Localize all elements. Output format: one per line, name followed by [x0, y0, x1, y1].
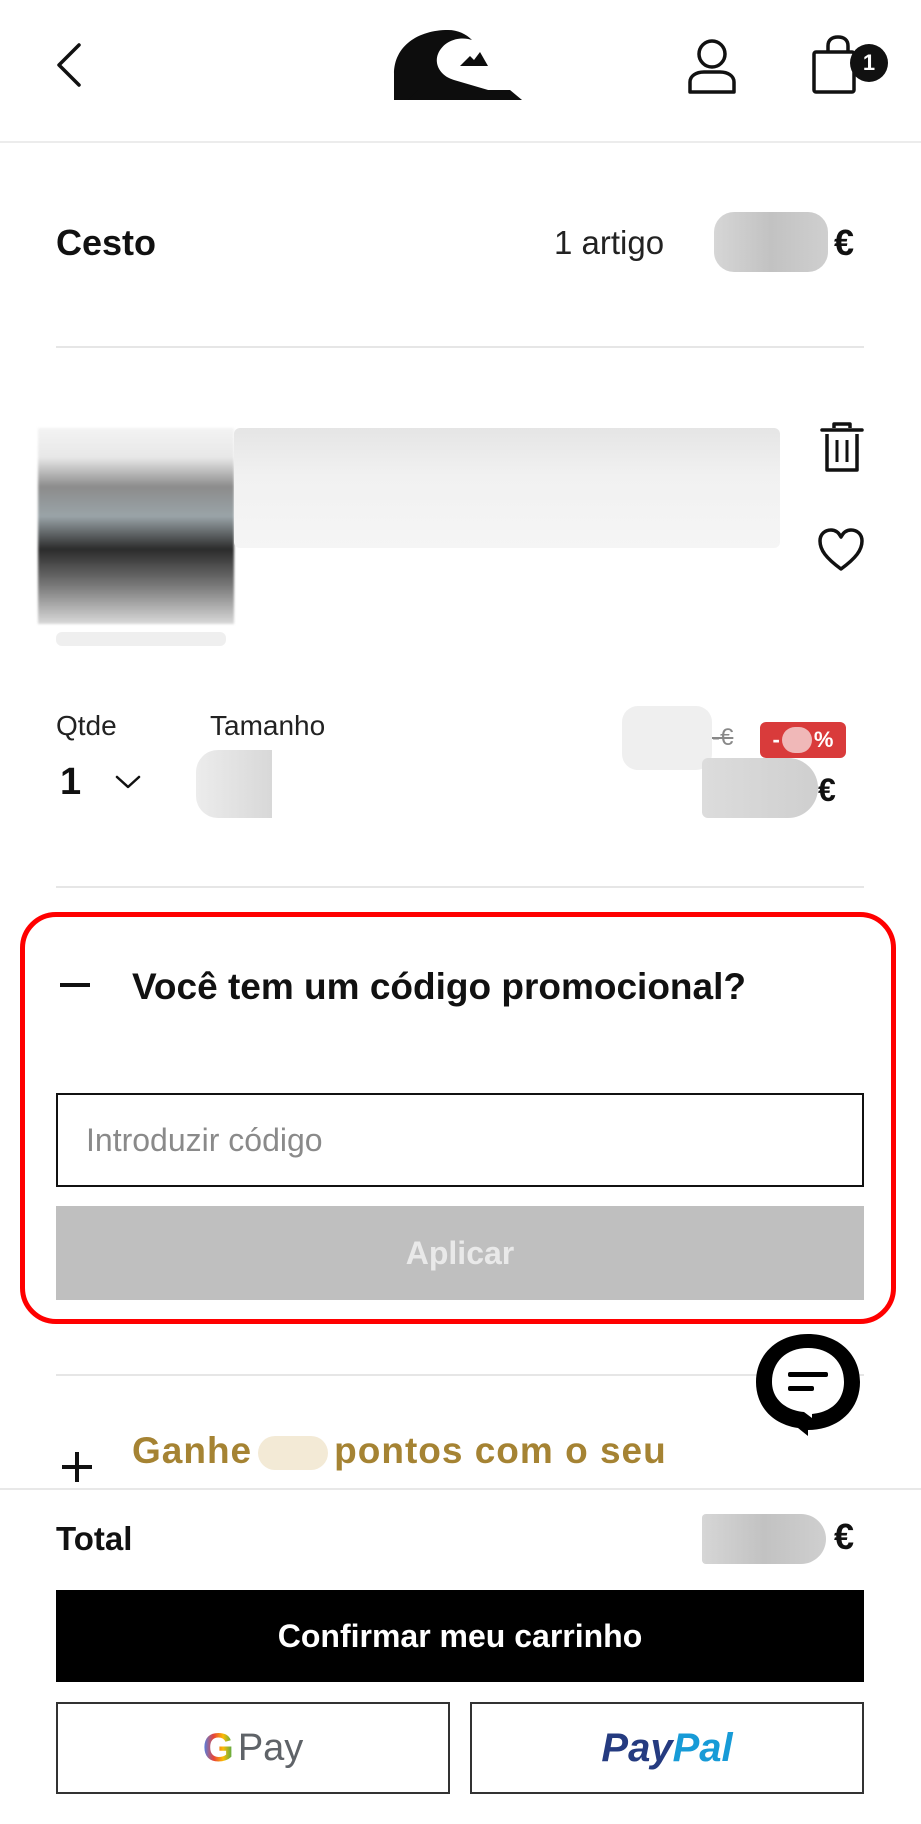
cart-item-count: 1 artigo: [554, 224, 665, 261]
account-button[interactable]: [684, 36, 740, 96]
divider: [56, 346, 864, 348]
paypal-button[interactable]: Pay Pal: [470, 1702, 864, 1794]
discount-value-redacted: [781, 727, 812, 753]
wishlist-button[interactable]: [816, 526, 866, 574]
minus-icon: [60, 983, 90, 987]
chevron-down-icon: [115, 775, 141, 789]
chat-bubble-icon: [756, 1334, 860, 1436]
checkout-bar: Total € Confirmar meu carrinho G Pay Pay…: [0, 1488, 921, 1824]
sale-price-redacted: [702, 758, 818, 818]
quantity-select[interactable]: 1: [56, 756, 146, 808]
product-name-redacted[interactable]: [234, 428, 780, 548]
app-header: 1: [0, 0, 921, 143]
confirm-cart-button[interactable]: Confirmar meu carrinho: [56, 1590, 864, 1682]
google-pay-label: Pay: [237, 1726, 304, 1769]
total-label: Total: [56, 1520, 133, 1557]
paypal-pal-label: Pal: [672, 1725, 733, 1770]
chevron-left-icon: [57, 43, 81, 87]
cart-subtotal-redacted: [714, 212, 828, 272]
cart-subtotal-currency: €: [834, 222, 855, 263]
quantity-value: 1: [60, 760, 82, 803]
loyalty-expand-toggle[interactable]: [62, 1452, 92, 1482]
loyalty-points-text[interactable]: Ganhe pontos com o seu: [132, 1430, 772, 1486]
product-image[interactable]: [38, 428, 234, 624]
brand-logo[interactable]: [388, 24, 528, 104]
quiksilver-logo-icon: [394, 30, 522, 100]
size-value-redacted: [196, 750, 272, 818]
discount-prefix: -: [772, 727, 780, 752]
promo-collapse-toggle[interactable]: [60, 968, 94, 1002]
trash-icon: [820, 422, 864, 472]
cart-button[interactable]: 1: [810, 34, 890, 96]
paypal-pay-label: Pay: [601, 1725, 673, 1770]
loyalty-text-before: Ganhe: [132, 1430, 253, 1471]
heart-icon: [818, 528, 864, 571]
promo-title[interactable]: Você tem um código promocional?: [132, 966, 746, 1008]
divider: [56, 886, 864, 888]
google-g-icon: G: [202, 1725, 234, 1770]
original-price-currency: -€: [712, 724, 734, 751]
discount-badge: - %: [760, 722, 846, 758]
apply-promo-button[interactable]: Aplicar: [56, 1206, 864, 1300]
google-pay-button[interactable]: G Pay: [56, 1702, 450, 1794]
back-button[interactable]: [44, 30, 94, 100]
total-amount-redacted: [702, 1514, 826, 1564]
discount-suffix: %: [813, 727, 834, 752]
delete-item-button[interactable]: [818, 420, 866, 476]
product-variant-redacted: [56, 632, 226, 646]
chat-button[interactable]: [752, 1330, 864, 1438]
original-price-redacted: [622, 706, 712, 770]
divider: [56, 1374, 864, 1376]
total-currency: €: [834, 1516, 855, 1557]
size-label: Tamanho: [210, 710, 326, 741]
quantity-label: Qtde: [56, 710, 117, 741]
promo-code-input[interactable]: [56, 1093, 864, 1187]
user-icon: [688, 39, 736, 94]
cart-count-badge: 1: [850, 44, 888, 82]
loyalty-points-redacted: [258, 1436, 329, 1471]
loyalty-text-after: pontos com o seu: [334, 1430, 667, 1471]
sale-price-currency: €: [818, 772, 836, 808]
cart-title: Cesto: [56, 222, 157, 263]
